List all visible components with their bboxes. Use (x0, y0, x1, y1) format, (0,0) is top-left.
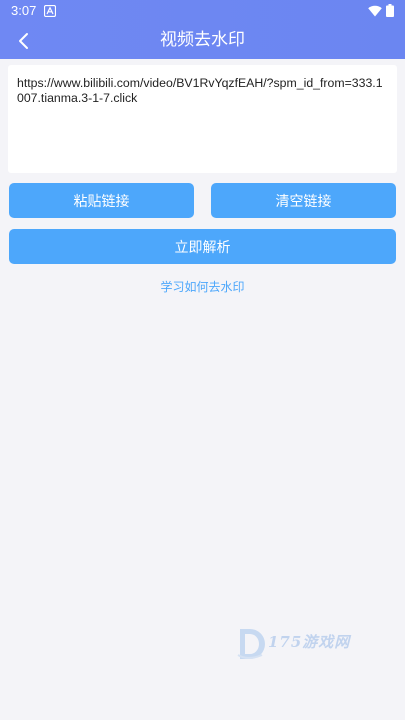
a-letter-icon (44, 5, 56, 17)
url-input-text[interactable]: https://www.bilibili.com/video/BV1RvYqzf… (17, 76, 387, 106)
learn-remove-watermark-link[interactable]: 学习如何去水印 (0, 279, 405, 295)
wifi-icon (368, 5, 382, 17)
status-time: 3:07 (11, 3, 37, 18)
battery-icon (386, 4, 394, 17)
status-bar: 3:07 (0, 0, 405, 22)
status-icons (368, 4, 394, 17)
site-watermark-logo: 175游戏网 (236, 625, 366, 663)
clear-link-button[interactable]: 清空链接 (211, 183, 396, 218)
url-input-box[interactable]: https://www.bilibili.com/video/BV1RvYqzf… (8, 65, 397, 173)
watermark-text: 175游戏网 (268, 633, 351, 651)
paste-link-button[interactable]: 粘贴链接 (9, 183, 194, 218)
watermark-d-logo-icon (237, 629, 265, 659)
parse-now-button[interactable]: 立即解析 (9, 229, 396, 264)
app-header: 3:07 视频去水印 (0, 0, 405, 59)
page-title: 视频去水印 (160, 30, 245, 50)
